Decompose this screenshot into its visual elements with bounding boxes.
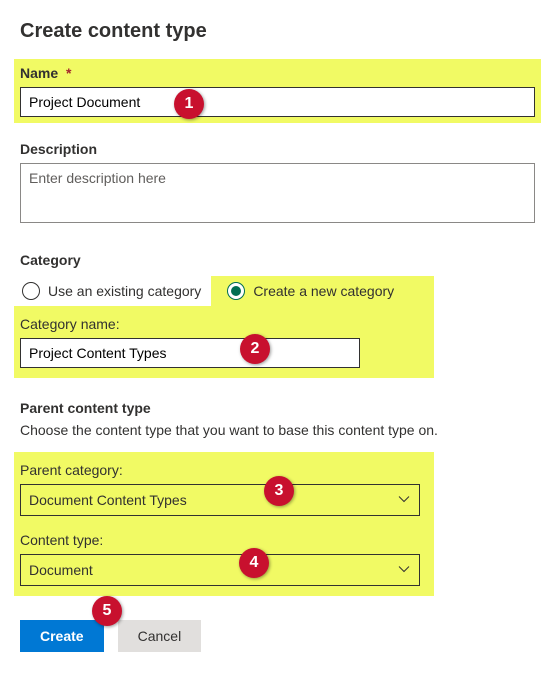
content-type-label: Content type: <box>20 532 428 548</box>
radio-new-category[interactable]: Create a new category <box>211 276 434 306</box>
parent-category-value: Document Content Types <box>29 492 187 508</box>
name-label: Name * <box>20 65 535 81</box>
radio-new-label: Create a new category <box>253 283 394 299</box>
required-asterisk: * <box>66 65 71 81</box>
radio-circle-icon <box>22 282 40 300</box>
name-label-text: Name <box>20 65 58 81</box>
callout-4: 4 <box>239 548 269 578</box>
parent-category-select[interactable]: Document Content Types <box>20 484 420 516</box>
callout-5: 5 <box>92 596 122 626</box>
content-type-value: Document <box>29 562 93 578</box>
cancel-button[interactable]: Cancel <box>118 620 202 652</box>
parent-help-text: Choose the content type that you want to… <box>20 422 535 438</box>
radio-dot-icon <box>231 286 241 296</box>
callout-3: 3 <box>264 476 294 506</box>
category-label: Category <box>20 252 535 268</box>
content-type-select[interactable]: Document <box>20 554 420 586</box>
category-name-label: Category name: <box>20 312 428 332</box>
callout-2: 2 <box>240 334 270 364</box>
radio-existing-category[interactable]: Use an existing category <box>20 276 211 306</box>
description-input[interactable] <box>20 163 535 223</box>
create-button[interactable]: Create <box>20 620 104 652</box>
parent-category-label: Parent category: <box>20 462 428 478</box>
name-input[interactable] <box>20 87 535 117</box>
parent-heading: Parent content type <box>20 400 535 416</box>
radio-existing-label: Use an existing category <box>48 283 201 299</box>
callout-1: 1 <box>174 89 204 119</box>
description-label: Description <box>20 141 535 157</box>
page-title: Create content type <box>20 20 535 43</box>
radio-circle-selected-icon <box>227 282 245 300</box>
category-name-input[interactable] <box>20 338 360 368</box>
